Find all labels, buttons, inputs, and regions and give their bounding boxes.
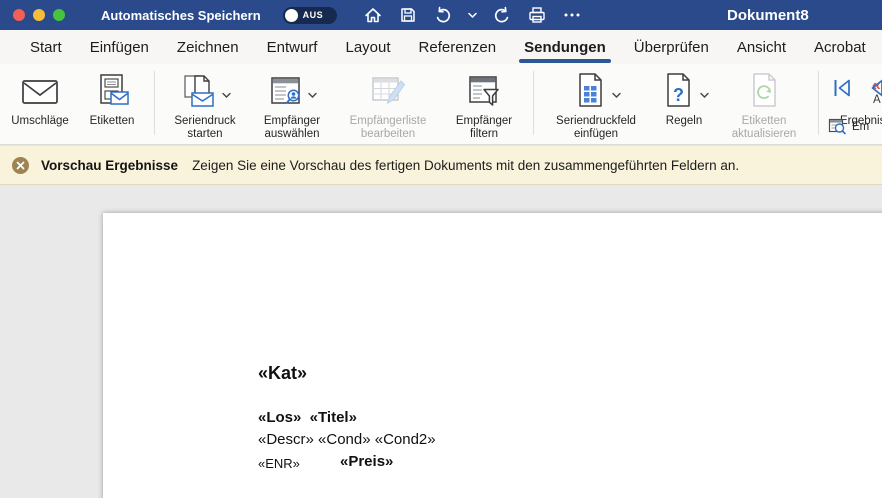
window-controls xyxy=(13,9,65,21)
print-icon[interactable] xyxy=(527,5,547,25)
previous-record-icon[interactable] xyxy=(866,77,882,99)
undo-chevron-down-icon[interactable] xyxy=(468,12,477,19)
empfaenger-suchen-button[interactable]: Em xyxy=(828,117,869,136)
save-icon[interactable] xyxy=(398,5,418,25)
merge-field-preis[interactable]: «Preis» xyxy=(340,454,393,471)
window-title: Dokument8 xyxy=(727,7,809,24)
message-title: Vorschau Ergebnisse xyxy=(41,158,178,173)
message-bar: Vorschau Ergebnisse Zeigen Sie eine Vors… xyxy=(0,145,882,185)
toggle-state-label: AUS xyxy=(303,10,324,20)
ribbon-tab-bar: Start Einfügen Zeichnen Entwurf Layout R… xyxy=(0,30,882,64)
start-mail-merge-icon xyxy=(179,72,219,112)
button-label: Seriendruckfeld einfügen xyxy=(543,115,649,141)
tab-ueberpruefen[interactable]: Überprüfen xyxy=(634,37,709,58)
umschlaege-button[interactable]: Umschläge xyxy=(7,69,73,128)
tab-start[interactable]: Start xyxy=(30,37,62,58)
close-message-icon[interactable] xyxy=(12,157,29,174)
record-navigation xyxy=(831,77,882,99)
labels-icon xyxy=(92,72,132,112)
close-window-button[interactable] xyxy=(13,9,25,21)
chevron-down-icon xyxy=(222,92,231,99)
button-label: Em xyxy=(852,121,869,133)
tab-entwurf[interactable]: Entwurf xyxy=(267,37,318,58)
button-label: Etiketten xyxy=(79,115,145,128)
document-area: «Kat» «Los» «Titel» «Descr» «Cond» «Cond… xyxy=(0,185,882,498)
group-divider xyxy=(533,71,534,135)
autosave-label: Automatisches Speichern xyxy=(101,8,261,23)
find-recipient-icon xyxy=(828,117,847,136)
select-recipients-icon xyxy=(267,73,305,111)
button-label: Empfängerliste bearbeiten xyxy=(338,115,438,141)
home-icon[interactable] xyxy=(363,5,383,25)
button-label: Empfänger filtern xyxy=(444,115,524,141)
first-record-icon[interactable] xyxy=(831,77,853,99)
update-labels-icon xyxy=(745,72,783,112)
empfaengerliste-bearbeiten-button: Empfängerliste bearbeiten xyxy=(338,69,438,141)
seriendruck-starten-button[interactable]: Seriendruck starten xyxy=(164,69,246,141)
filter-recipients-icon xyxy=(464,72,504,112)
group-divider xyxy=(154,71,155,135)
more-icon[interactable] xyxy=(562,5,582,25)
tab-referenzen[interactable]: Referenzen xyxy=(419,37,497,58)
button-label: Regeln xyxy=(655,115,713,128)
chevron-down-icon xyxy=(308,92,317,99)
merge-field-kat[interactable]: «Kat» xyxy=(258,364,307,384)
chevron-down-icon xyxy=(700,92,709,99)
envelope-icon xyxy=(20,72,60,112)
message-description: Zeigen Sie eine Vorschau des fertigen Do… xyxy=(192,158,739,173)
toggle-knob xyxy=(285,9,298,22)
insert-merge-field-icon xyxy=(571,72,609,112)
empfaenger-filtern-button[interactable]: Empfänger filtern xyxy=(444,69,524,141)
tab-sendungen[interactable]: Sendungen xyxy=(524,37,606,58)
tab-layout[interactable]: Layout xyxy=(345,37,390,58)
svg-text:?: ? xyxy=(673,85,684,105)
chevron-down-icon xyxy=(612,92,621,99)
group-divider xyxy=(818,71,819,135)
edit-recipient-list-icon xyxy=(368,72,408,112)
zoom-window-button[interactable] xyxy=(53,9,65,21)
document-page[interactable]: «Kat» «Los» «Titel» «Descr» «Cond» «Cond… xyxy=(103,213,882,498)
merge-field-los-titel[interactable]: «Los» «Titel» xyxy=(258,410,357,427)
button-label: Empfänger auswählen xyxy=(252,115,332,141)
button-label: Etiketten aktualisieren xyxy=(719,115,809,141)
seriendruckfeld-einfuegen-button[interactable]: Seriendruckfeld einfügen xyxy=(543,69,649,141)
merge-field-descr-cond[interactable]: «Descr» «Cond» «Cond2» xyxy=(258,432,436,449)
etiketten-aktualisieren-button: Etiketten aktualisieren xyxy=(719,69,809,141)
merge-field-enr[interactable]: «ENR» xyxy=(258,457,300,471)
rules-icon: ? xyxy=(659,72,697,112)
undo-icon[interactable] xyxy=(433,5,453,25)
redo-icon[interactable] xyxy=(492,5,512,25)
minimize-window-button[interactable] xyxy=(33,9,45,21)
regeln-button[interactable]: ? Regeln xyxy=(655,69,713,128)
tab-zeichnen[interactable]: Zeichnen xyxy=(177,37,239,58)
tab-ansicht[interactable]: Ansicht xyxy=(737,37,786,58)
ribbon-sendungen: Umschläge Etiketten Seriendruck starten … xyxy=(0,64,882,145)
autosave-toggle[interactable]: AUS xyxy=(283,7,337,24)
button-label: Seriendruck starten xyxy=(164,115,246,141)
button-label: Umschläge xyxy=(7,115,73,128)
tab-einfuegen[interactable]: Einfügen xyxy=(90,37,149,58)
empfaenger-auswaehlen-button[interactable]: Empfänger auswählen xyxy=(252,69,332,141)
titlebar: Automatisches Speichern AUS Dokument8 xyxy=(0,0,882,30)
tab-acrobat[interactable]: Acrobat xyxy=(814,37,866,58)
etiketten-button[interactable]: Etiketten xyxy=(79,69,145,128)
